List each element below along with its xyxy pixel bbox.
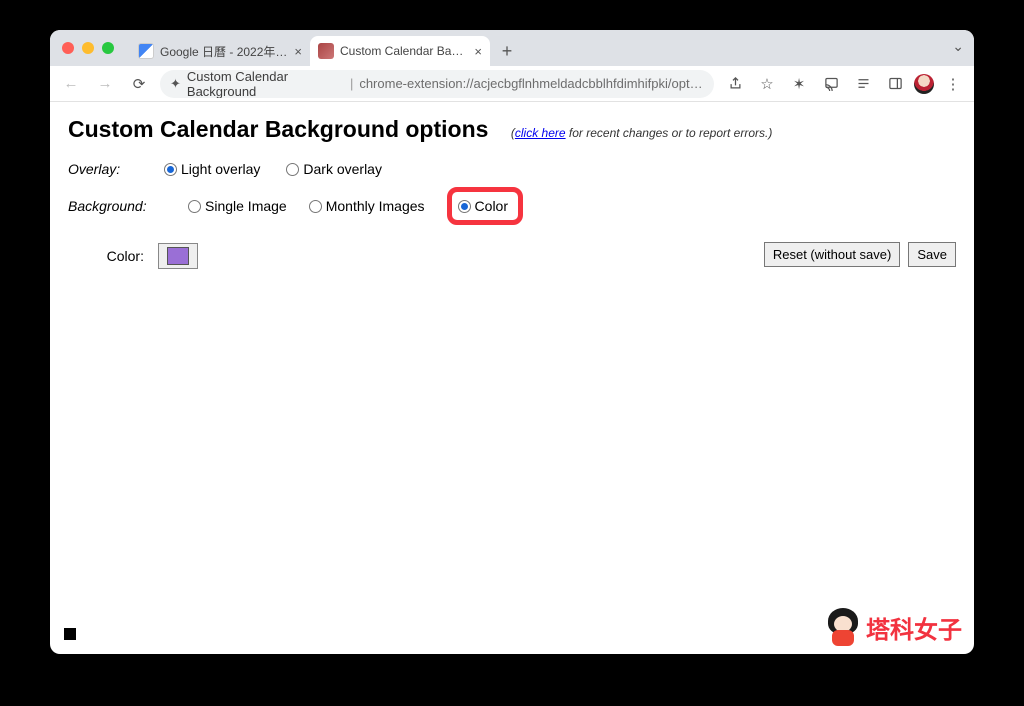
- tab-list-chevron-icon[interactable]: ⌄: [952, 38, 964, 55]
- background-single-radio[interactable]: Single Image: [188, 198, 287, 214]
- reset-button[interactable]: Reset (without save): [764, 242, 901, 267]
- radio-icon: [188, 200, 201, 213]
- page-title: Custom Calendar Background options: [68, 116, 488, 143]
- radio-label: Single Image: [205, 198, 287, 214]
- tab-title: Custom Calendar Background ×: [340, 44, 468, 58]
- radio-label: Color: [475, 198, 508, 214]
- tab-extension-options[interactable]: Custom Calendar Background × ×: [310, 36, 490, 66]
- recent-changes-link[interactable]: click here: [515, 126, 566, 140]
- close-window-button[interactable]: [62, 42, 74, 54]
- radio-label: Monthly Images: [326, 198, 425, 214]
- color-swatch-button[interactable]: [158, 243, 198, 269]
- toolbar-actions: ☆ ✶ ⋮: [722, 71, 966, 97]
- reload-button[interactable]: ⟳: [126, 71, 152, 97]
- background-monthly-radio[interactable]: Monthly Images: [309, 198, 425, 214]
- radio-label: Dark overlay: [303, 161, 382, 177]
- background-color-radio[interactable]: Color: [458, 198, 508, 214]
- watermark-girl-icon: [826, 608, 860, 646]
- minimize-window-button[interactable]: [82, 42, 94, 54]
- profile-avatar[interactable]: [914, 74, 934, 94]
- browser-window: Google 日曆 - 2022年4月 × Custom Calendar Ba…: [50, 30, 974, 654]
- extension-favicon-icon: [318, 43, 334, 59]
- tab-title: Google 日曆 - 2022年4月: [160, 43, 288, 60]
- radio-icon: [458, 200, 471, 213]
- close-tab-icon[interactable]: ×: [294, 44, 302, 59]
- watermark: 塔科女子: [826, 608, 962, 646]
- side-panel-icon[interactable]: [882, 71, 908, 97]
- overlay-option-row: Overlay: Light overlay Dark overlay: [68, 161, 956, 177]
- browser-toolbar: ← → ⟳ ✦ Custom Calendar Background | chr…: [50, 66, 974, 102]
- changes-note: (click here for recent changes or to rep…: [511, 126, 772, 140]
- new-tab-button[interactable]: +: [494, 38, 520, 64]
- background-option-row: Background: Single Image Monthly Images …: [68, 187, 956, 225]
- forward-button[interactable]: →: [92, 71, 118, 97]
- omnibox-separator: |: [350, 76, 353, 91]
- omnibox-url: chrome-extension://acjecbgflnhmeldadcbbl…: [359, 76, 704, 91]
- cast-icon[interactable]: [818, 71, 844, 97]
- extension-puzzle-icon: ✦: [170, 76, 181, 92]
- share-icon[interactable]: [722, 71, 748, 97]
- background-label: Background:: [68, 198, 164, 214]
- overlay-light-radio[interactable]: Light overlay: [164, 161, 260, 177]
- save-button[interactable]: Save: [908, 242, 956, 267]
- radio-icon: [164, 163, 177, 176]
- color-option-highlight: Color: [447, 187, 523, 225]
- close-tab-icon[interactable]: ×: [474, 44, 482, 59]
- action-buttons: Reset (without save) Save: [764, 242, 956, 267]
- back-button[interactable]: ←: [58, 71, 84, 97]
- bookmark-star-icon[interactable]: ☆: [754, 71, 780, 97]
- overlay-label: Overlay:: [68, 161, 164, 177]
- omnibox-extension-name: Custom Calendar Background: [187, 70, 344, 98]
- radio-icon: [286, 163, 299, 176]
- reading-list-icon[interactable]: [850, 71, 876, 97]
- radio-label: Light overlay: [181, 161, 260, 177]
- radio-icon: [309, 200, 322, 213]
- overlay-dark-radio[interactable]: Dark overlay: [286, 161, 382, 177]
- maximize-window-button[interactable]: [102, 42, 114, 54]
- window-controls: [58, 30, 120, 66]
- options-page: Custom Calendar Background options (clic…: [50, 102, 974, 654]
- extensions-icon[interactable]: ✶: [786, 71, 812, 97]
- address-bar[interactable]: ✦ Custom Calendar Background | chrome-ex…: [160, 70, 714, 98]
- calendar-favicon-icon: [138, 43, 154, 59]
- chrome-menu-icon[interactable]: ⋮: [940, 71, 966, 97]
- color-label: Color:: [68, 248, 158, 264]
- color-swatch-preview: [167, 247, 189, 265]
- tab-google-calendar[interactable]: Google 日曆 - 2022年4月 ×: [130, 36, 310, 66]
- tab-strip: Google 日曆 - 2022年4月 × Custom Calendar Ba…: [50, 30, 974, 66]
- watermark-text: 塔科女子: [866, 610, 962, 645]
- unknown-black-square: [64, 628, 76, 640]
